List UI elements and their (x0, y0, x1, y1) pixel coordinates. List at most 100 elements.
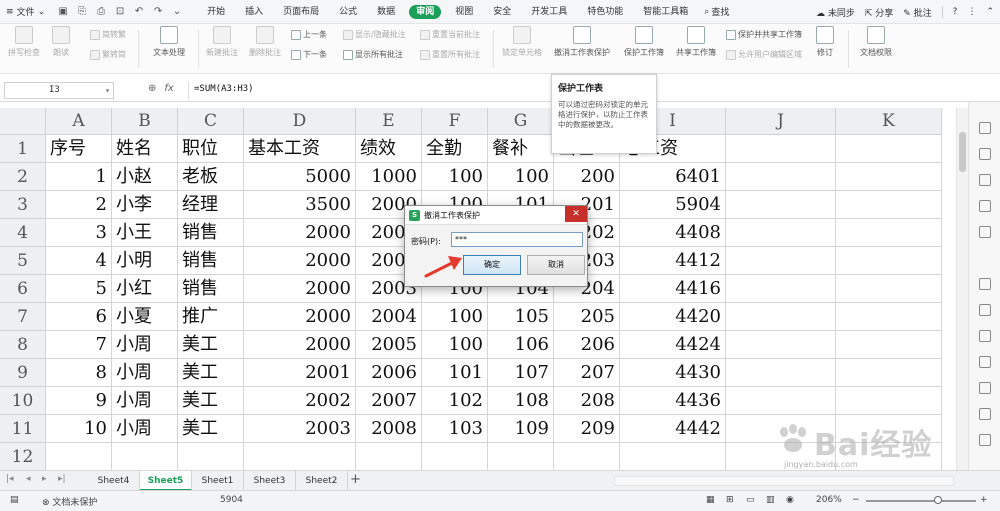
table-cell[interactable] (836, 359, 942, 387)
revisions-button[interactable]: 修订 (808, 26, 842, 58)
sheet-tab[interactable]: Sheet3 (244, 471, 296, 491)
chevron-down-icon[interactable]: ▾ (105, 83, 110, 98)
table-cell[interactable]: 小周 (112, 387, 178, 415)
sheet-tab[interactable]: Sheet2 (296, 471, 348, 491)
vertical-scrollbar[interactable] (956, 108, 968, 470)
table-cell[interactable]: 小明 (112, 247, 178, 275)
column-header[interactable]: E (356, 108, 422, 135)
row-header[interactable]: 11 (0, 415, 46, 443)
table-cell[interactable]: 6401 (620, 163, 726, 191)
file-menu-button[interactable]: ≡ 文件 ⌄ (0, 0, 51, 24)
function-icon[interactable]: fx (164, 83, 173, 94)
table-cell[interactable]: 小赵 (112, 163, 178, 191)
text-process-button[interactable]: 文本处理 (144, 26, 194, 58)
table-cell[interactable] (836, 331, 942, 359)
table-cell[interactable]: 老板 (178, 163, 244, 191)
table-cell[interactable]: 销售 (178, 275, 244, 303)
table-cell[interactable]: 4416 (620, 275, 726, 303)
share-workbook-button[interactable]: 共享工作簿 (672, 26, 720, 58)
table-cell[interactable]: 餐补 (488, 135, 554, 163)
table-cell[interactable]: 小周 (112, 359, 178, 387)
table-cell[interactable] (836, 387, 942, 415)
table-cell[interactable]: 206 (554, 331, 620, 359)
table-cell[interactable]: 4420 (620, 303, 726, 331)
table-cell[interactable]: 2000 (244, 275, 356, 303)
table-cell[interactable] (554, 443, 620, 470)
table-cell[interactable]: 5000 (244, 163, 356, 191)
table-cell[interactable] (244, 443, 356, 470)
table-cell[interactable] (726, 191, 836, 219)
zoom-level[interactable]: 206% (816, 495, 842, 505)
table-cell[interactable]: 推广 (178, 303, 244, 331)
table-cell[interactable]: 209 (554, 415, 620, 443)
table-cell[interactable]: 2 (46, 191, 112, 219)
tab-formulas[interactable]: 公式 (329, 0, 367, 24)
table-cell[interactable]: 小王 (112, 219, 178, 247)
table-cell[interactable]: 7 (46, 331, 112, 359)
table-cell[interactable]: 105 (488, 303, 554, 331)
sheet-tab[interactable]: Sheet1 (192, 471, 244, 491)
table-cell[interactable] (726, 135, 836, 163)
table-cell[interactable]: 2000 (244, 247, 356, 275)
table-cell[interactable] (726, 219, 836, 247)
table-cell[interactable] (726, 331, 836, 359)
table-cell[interactable]: 4412 (620, 247, 726, 275)
table-cell[interactable]: 100 (422, 331, 488, 359)
table-cell[interactable] (178, 443, 244, 470)
table-cell[interactable]: 2004 (356, 303, 422, 331)
view-page-icon[interactable]: ▭ (746, 495, 755, 505)
table-cell[interactable]: 2006 (356, 359, 422, 387)
table-cell[interactable]: 100 (422, 163, 488, 191)
table-cell[interactable] (620, 443, 726, 470)
table-cell[interactable]: 美工 (178, 387, 244, 415)
view-break-icon[interactable]: ▥ (766, 495, 775, 505)
table-cell[interactable]: 103 (422, 415, 488, 443)
table-cell[interactable] (836, 275, 942, 303)
table-cell[interactable]: 3500 (244, 191, 356, 219)
table-cell[interactable] (356, 443, 422, 470)
table-cell[interactable] (836, 303, 942, 331)
table-cell[interactable]: 5904 (620, 191, 726, 219)
column-header[interactable]: J (726, 108, 836, 135)
formula-input[interactable]: =SUM(A3:H3) (194, 84, 254, 94)
reset-current-comment-button[interactable]: 重置当前批注 (420, 29, 480, 40)
ok-button[interactable]: 确定 (463, 255, 521, 275)
grid-icon[interactable] (979, 200, 991, 212)
table-cell[interactable]: 美工 (178, 415, 244, 443)
customize-icon[interactable]: ⌄ (171, 6, 183, 18)
macro-icon[interactable]: ▤ (10, 495, 19, 505)
read-aloud-button[interactable]: 朗读 (44, 26, 78, 58)
table-cell[interactable] (836, 219, 942, 247)
lock-cell-button[interactable]: 锁定单元格 (498, 26, 546, 58)
tab-developer[interactable]: 开发工具 (521, 0, 577, 24)
print-icon[interactable]: ⎙ (95, 6, 107, 18)
column-header[interactable]: D (244, 108, 356, 135)
tab-view[interactable]: 视图 (445, 0, 483, 24)
table-cell[interactable]: 102 (422, 387, 488, 415)
reset-all-comments-button[interactable]: 重置所有批注 (420, 49, 480, 60)
table-cell[interactable]: 2008 (356, 415, 422, 443)
table-cell[interactable]: 208 (554, 387, 620, 415)
table-cell[interactable]: 8 (46, 359, 112, 387)
tab-security[interactable]: 安全 (483, 0, 521, 24)
table-cell[interactable]: 1 (46, 163, 112, 191)
table-cell[interactable] (726, 247, 836, 275)
table-cell[interactable]: 销售 (178, 247, 244, 275)
spell-check-button[interactable]: 拼写检查 (2, 26, 46, 58)
horizontal-scrollbar[interactable] (614, 476, 954, 486)
table-cell[interactable]: 4436 (620, 387, 726, 415)
row-header[interactable]: 2 (0, 163, 46, 191)
table-cell[interactable]: 2001 (244, 359, 356, 387)
undo-icon[interactable]: ↶ (133, 6, 145, 18)
help-icon[interactable]: ? (953, 7, 958, 17)
column-header[interactable]: G (488, 108, 554, 135)
view-normal-icon[interactable]: ▦ (706, 495, 715, 505)
table-cell[interactable] (836, 163, 942, 191)
table-cell[interactable]: 205 (554, 303, 620, 331)
row-header[interactable]: 6 (0, 275, 46, 303)
doc-permissions-button[interactable]: 文档权限 (852, 26, 900, 58)
sidebar-tool-icon[interactable] (979, 408, 991, 420)
table-cell[interactable]: 姓名 (112, 135, 178, 163)
column-header[interactable]: B (112, 108, 178, 135)
table-cell[interactable]: 经理 (178, 191, 244, 219)
